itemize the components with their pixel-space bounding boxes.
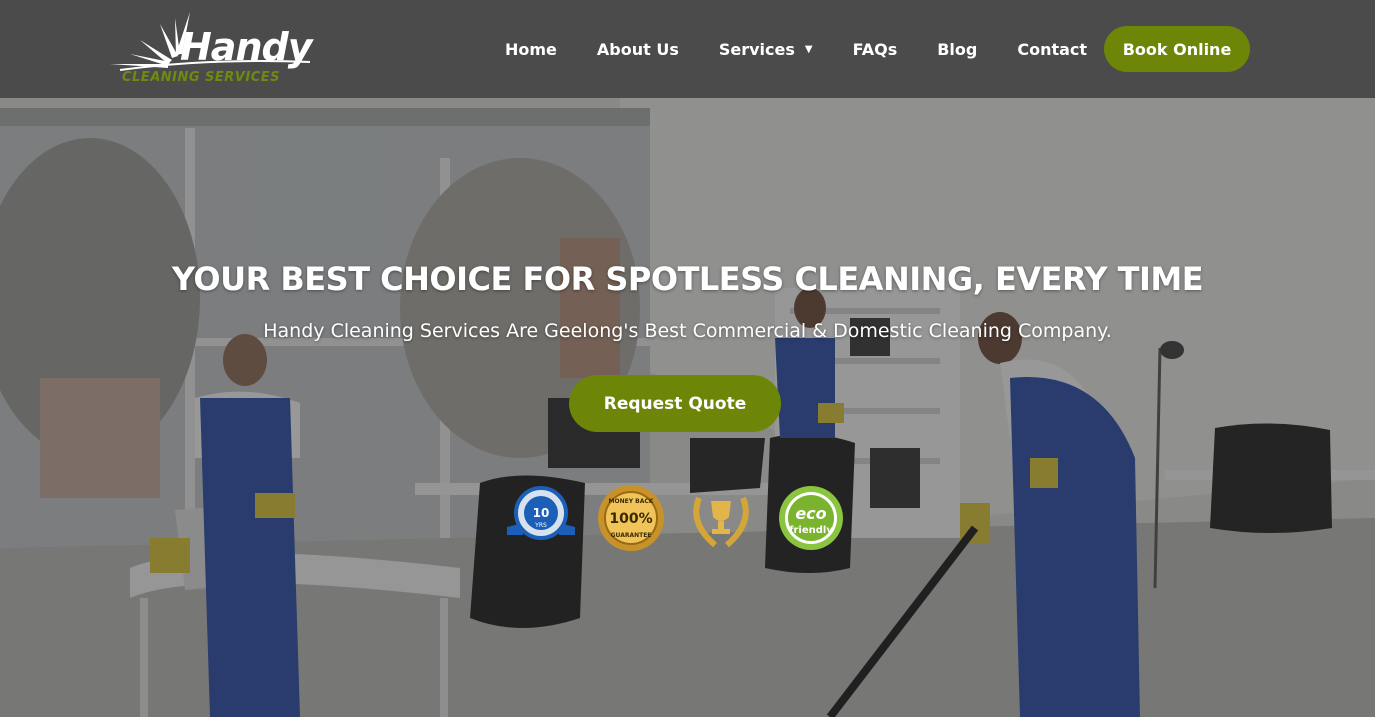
nav-blog[interactable]: Blog <box>937 40 977 59</box>
nav-contact-label: Contact <box>1017 39 1088 59</box>
badge-money-value: 100% <box>609 511 652 527</box>
nav-contact[interactable]: Contact <box>1017 40 1087 59</box>
hero-section: YOUR BEST CHOICE FOR SPOTLESS CLEANING, … <box>0 98 1375 717</box>
badge-eco-line2: friendly <box>789 525 833 536</box>
main-nav: Home About Us Services ▼ FAQs Blog Contac… <box>505 0 1127 98</box>
trust-badges: 10 YRS MONEY BACK 100% GUARANTEE eco fri… <box>505 483 850 553</box>
nav-blog-label: Blog <box>937 39 978 59</box>
nav-services-label: Services <box>718 39 795 59</box>
badge-money-bottom: GUARANTEE <box>611 532 652 539</box>
nav-about-us[interactable]: About Us <box>597 40 679 59</box>
hero-title: YOUR BEST CHOICE FOR SPOTLESS CLEANING, … <box>171 260 1204 298</box>
badge-eco-line1: eco <box>795 504 826 523</box>
site-header: Handy CLEANING SERVICES Home About Us Se… <box>0 0 1375 98</box>
nav-home[interactable]: Home <box>505 40 557 59</box>
logo-name: Handy <box>180 25 312 69</box>
badge-money-top: MONEY BACK <box>609 498 654 505</box>
nav-faqs[interactable]: FAQs <box>853 40 898 59</box>
badge-years-number: 10 <box>533 506 550 520</box>
nav-about-label: About Us <box>596 39 679 59</box>
money-back-badge-icon: MONEY BACK 100% GUARANTEE <box>598 485 664 551</box>
trophy-icon <box>693 496 749 548</box>
nav-home-label: Home <box>505 39 557 59</box>
chevron-down-icon: ▼ <box>804 43 813 55</box>
eco-friendly-badge-icon: eco friendly <box>779 486 843 550</box>
years-experience-badge-icon: 10 YRS <box>507 486 575 540</box>
logo[interactable]: Handy CLEANING SERVICES <box>100 10 320 90</box>
nav-faqs-label: FAQs <box>852 39 898 59</box>
request-quote-button[interactable]: Request Quote <box>569 375 781 432</box>
hero-subtitle: Handy Cleaning Services Are Geelong's Be… <box>263 320 1112 342</box>
book-online-button[interactable]: Book Online <box>1104 26 1250 72</box>
nav-services[interactable]: Services ▼ <box>719 40 813 59</box>
badge-years-unit: YRS <box>534 522 547 529</box>
logo-tagline: CLEANING SERVICES <box>122 70 280 85</box>
